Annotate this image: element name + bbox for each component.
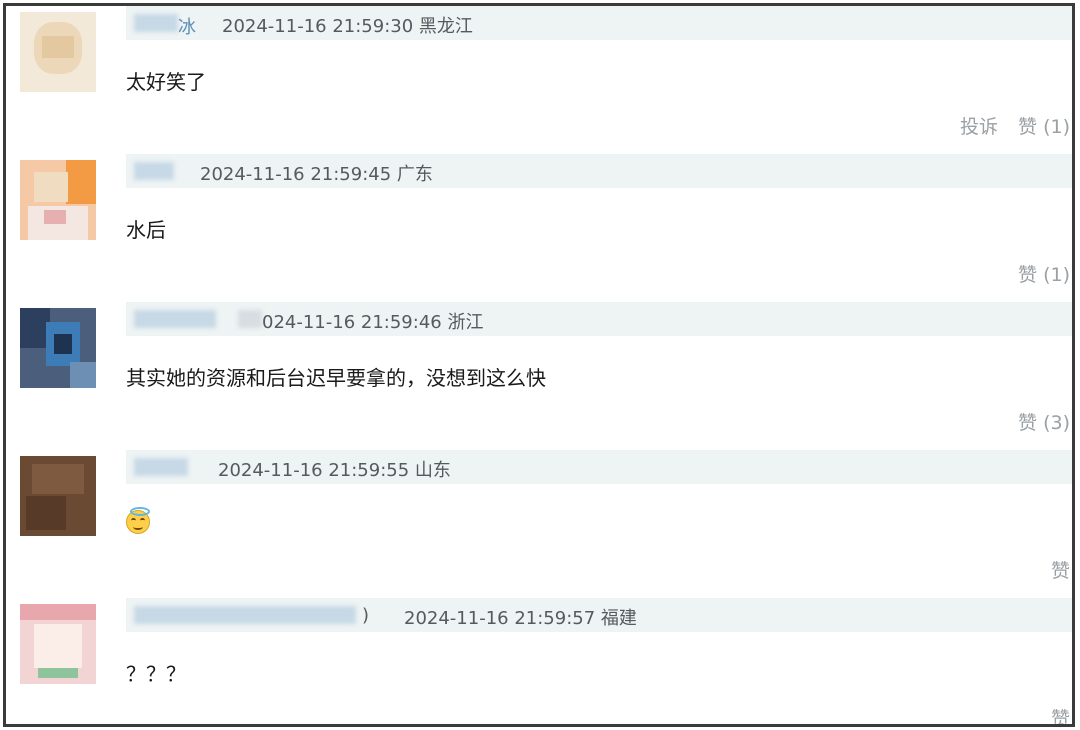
username-text[interactable]: ) <box>362 605 369 626</box>
comment-item: 024-11-16 21:59:46 浙江 其实她的资源和后台迟早要拿的，没想到… <box>6 302 1072 450</box>
username-text[interactable]: 冰 <box>178 13 196 39</box>
comment-actions: 赞 <box>1037 556 1070 583</box>
comment-text: 太好笑了 <box>126 70 206 94</box>
comment-meta: 2024-11-16 21:59:30 黑龙江 <box>222 16 473 37</box>
like-button[interactable]: 赞 (3) <box>1018 412 1070 434</box>
username-blurred[interactable] <box>134 162 174 180</box>
comment-actions: 赞 (1) <box>1004 260 1070 287</box>
avatar[interactable] <box>20 456 96 536</box>
comment-meta-bar: ) 2024-11-16 21:59:57 福建 <box>126 598 1072 632</box>
avatar[interactable] <box>20 160 96 240</box>
comment-item: ) 2024-11-16 21:59:57 福建 ？？？ 赞 <box>6 598 1072 724</box>
username-blurred <box>238 310 262 328</box>
comment-meta-bar: 冰 2024-11-16 21:59:30 黑龙江 <box>126 6 1072 40</box>
comment-text: 水后 <box>126 218 166 242</box>
comment-item: 2024-11-16 21:59:55 山东 赞 <box>6 450 1072 598</box>
comment-meta-bar: 024-11-16 21:59:46 浙江 <box>126 302 1072 336</box>
username-blurred[interactable] <box>134 606 356 624</box>
comment-meta: 024-11-16 21:59:46 浙江 <box>262 312 484 333</box>
comment-list: 冰 2024-11-16 21:59:30 黑龙江 太好笑了 投诉 赞 (1) … <box>3 3 1075 727</box>
comment-item: 2024-11-16 21:59:45 广东 水后 赞 (1) <box>6 154 1072 302</box>
like-button[interactable]: 赞 <box>1051 560 1070 582</box>
report-button[interactable]: 投诉 <box>960 116 998 138</box>
comment-actions: 赞 <box>1037 704 1070 724</box>
comment-actions: 赞 (3) <box>1004 408 1070 435</box>
avatar[interactable] <box>20 308 96 388</box>
avatar[interactable] <box>20 12 96 92</box>
comment-meta: 2024-11-16 21:59:57 福建 <box>404 608 637 629</box>
comment-item: 冰 2024-11-16 21:59:30 黑龙江 太好笑了 投诉 赞 (1) <box>6 6 1072 154</box>
username-blurred[interactable] <box>134 458 188 476</box>
comment-meta-bar: 2024-11-16 21:59:45 广东 <box>126 154 1072 188</box>
comment-actions: 投诉 赞 (1) <box>946 112 1070 139</box>
username-blurred[interactable] <box>134 14 178 32</box>
avatar[interactable] <box>20 604 96 684</box>
like-button[interactable]: 赞 <box>1051 708 1070 724</box>
username-blurred[interactable] <box>134 310 216 328</box>
smiling-face-with-halo-icon <box>126 507 150 534</box>
comment-text: 其实她的资源和后台迟早要拿的，没想到这么快 <box>126 366 546 390</box>
comment-meta: 2024-11-16 21:59:55 山东 <box>218 460 451 481</box>
comment-text: ？？？ <box>126 662 186 686</box>
like-button[interactable]: 赞 (1) <box>1018 116 1070 138</box>
comment-meta-bar: 2024-11-16 21:59:55 山东 <box>126 450 1072 484</box>
comment-emoji-wrapper <box>126 507 150 539</box>
like-button[interactable]: 赞 (1) <box>1018 264 1070 286</box>
comment-meta: 2024-11-16 21:59:45 广东 <box>200 164 433 185</box>
